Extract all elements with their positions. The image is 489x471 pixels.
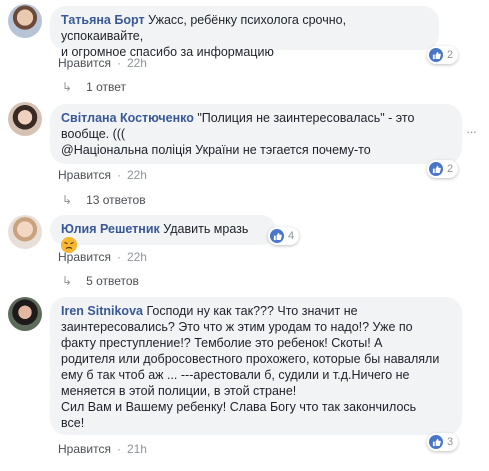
like-thumb-icon xyxy=(429,48,443,62)
replies-count[interactable]: 5 ответов xyxy=(86,274,139,288)
reaction-count: 3 xyxy=(447,436,454,448)
comment-text-line: заинтересовались? Это что ж этим уродам … xyxy=(61,320,413,334)
reaction-count-badge[interactable]: 3 xyxy=(427,433,459,451)
comment-meta: Нравится · 21h xyxy=(58,442,147,456)
comment-bubble: Iren Sitnikova Господи ну как так??? Что… xyxy=(50,297,462,435)
separator-dot: · xyxy=(116,56,121,70)
timestamp[interactable]: 22h xyxy=(127,56,147,70)
like-thumb-icon xyxy=(429,162,443,176)
comment-text-line: Господи ну как так??? Что значит не xyxy=(146,304,358,318)
like-thumb-icon xyxy=(429,435,443,449)
comment-meta: Нравится · 22h xyxy=(58,56,147,70)
replies-link[interactable]: ↳ 13 ответов xyxy=(62,193,146,207)
more-options-icon[interactable]: ··· xyxy=(466,124,482,139)
separator-dot: · xyxy=(116,168,121,182)
like-link[interactable]: Нравится xyxy=(58,168,111,182)
avatar[interactable] xyxy=(8,297,42,331)
timestamp[interactable]: 21h xyxy=(127,442,147,456)
comment-text-line: @Національна поліція України не тэгается… xyxy=(61,143,371,157)
replies-count[interactable]: 1 ответ xyxy=(86,80,126,94)
comment-bubble: Татьяна Борт Ужасс, ребёнку психолога ср… xyxy=(50,6,439,59)
comment-author[interactable]: Iren Sitnikova xyxy=(61,304,143,318)
comment-meta: Нравится · 22h xyxy=(58,168,147,182)
avatar[interactable] xyxy=(8,4,42,38)
comment-author[interactable]: Татьяна Борт xyxy=(61,13,145,27)
like-link[interactable]: Нравится xyxy=(58,56,111,70)
comment-author[interactable]: Світлана Костюченко xyxy=(61,111,194,125)
reaction-count-badge[interactable]: 4 xyxy=(268,227,300,245)
comment-text-line: все! xyxy=(61,416,85,430)
comment-text-line: вообще. ((( xyxy=(61,127,126,141)
avatar[interactable] xyxy=(8,102,42,136)
timestamp[interactable]: 22h xyxy=(127,168,147,182)
comment-text-line: Удавить мразь xyxy=(163,222,249,236)
like-link[interactable]: Нравится xyxy=(58,250,111,264)
comment-bubble: Світлана Костюченко "Полиция не заинтере… xyxy=(50,104,462,164)
comment-meta: Нравится · 22h xyxy=(58,250,147,264)
reaction-count: 2 xyxy=(447,163,454,175)
replies-count[interactable]: 13 ответов xyxy=(86,193,146,207)
reaction-count: 2 xyxy=(447,49,454,61)
comment-text-line: Сил Вам и Вашему ребенку! Слава Богу что… xyxy=(61,400,417,414)
reply-arrow-icon: ↳ xyxy=(62,193,73,207)
comment-bubble: Юлия Решетник Удавить мразь xyxy=(50,215,276,253)
replies-link[interactable]: ↳ 1 ответ xyxy=(62,80,126,94)
reply-arrow-icon: ↳ xyxy=(62,274,73,288)
like-thumb-icon xyxy=(270,229,284,243)
comment-text-line: "Полиция не заинтересовалась" - это xyxy=(197,111,415,125)
avatar[interactable] xyxy=(8,215,42,249)
like-link[interactable]: Нравится xyxy=(58,442,111,456)
comment-text-line: факту преступление!? Темболие это ребено… xyxy=(61,336,383,350)
separator-dot: · xyxy=(116,250,121,264)
reaction-count: 4 xyxy=(288,230,295,242)
comment-text-line: родителя или добросовестного прохожего, … xyxy=(61,352,440,366)
reaction-count-badge[interactable]: 2 xyxy=(427,160,459,178)
comment-author[interactable]: Юлия Решетник xyxy=(61,222,160,236)
separator-dot: · xyxy=(116,442,121,456)
replies-link[interactable]: ↳ 5 ответов xyxy=(62,274,139,288)
comment-text-line: меняется в этой полиции, в этой стране! xyxy=(61,384,297,398)
comment-text-line: ему б так чтоб аж ... ---арестовали б, с… xyxy=(61,368,410,382)
timestamp[interactable]: 22h xyxy=(127,250,147,264)
reaction-count-badge[interactable]: 2 xyxy=(427,46,459,64)
reply-arrow-icon: ↳ xyxy=(62,80,73,94)
